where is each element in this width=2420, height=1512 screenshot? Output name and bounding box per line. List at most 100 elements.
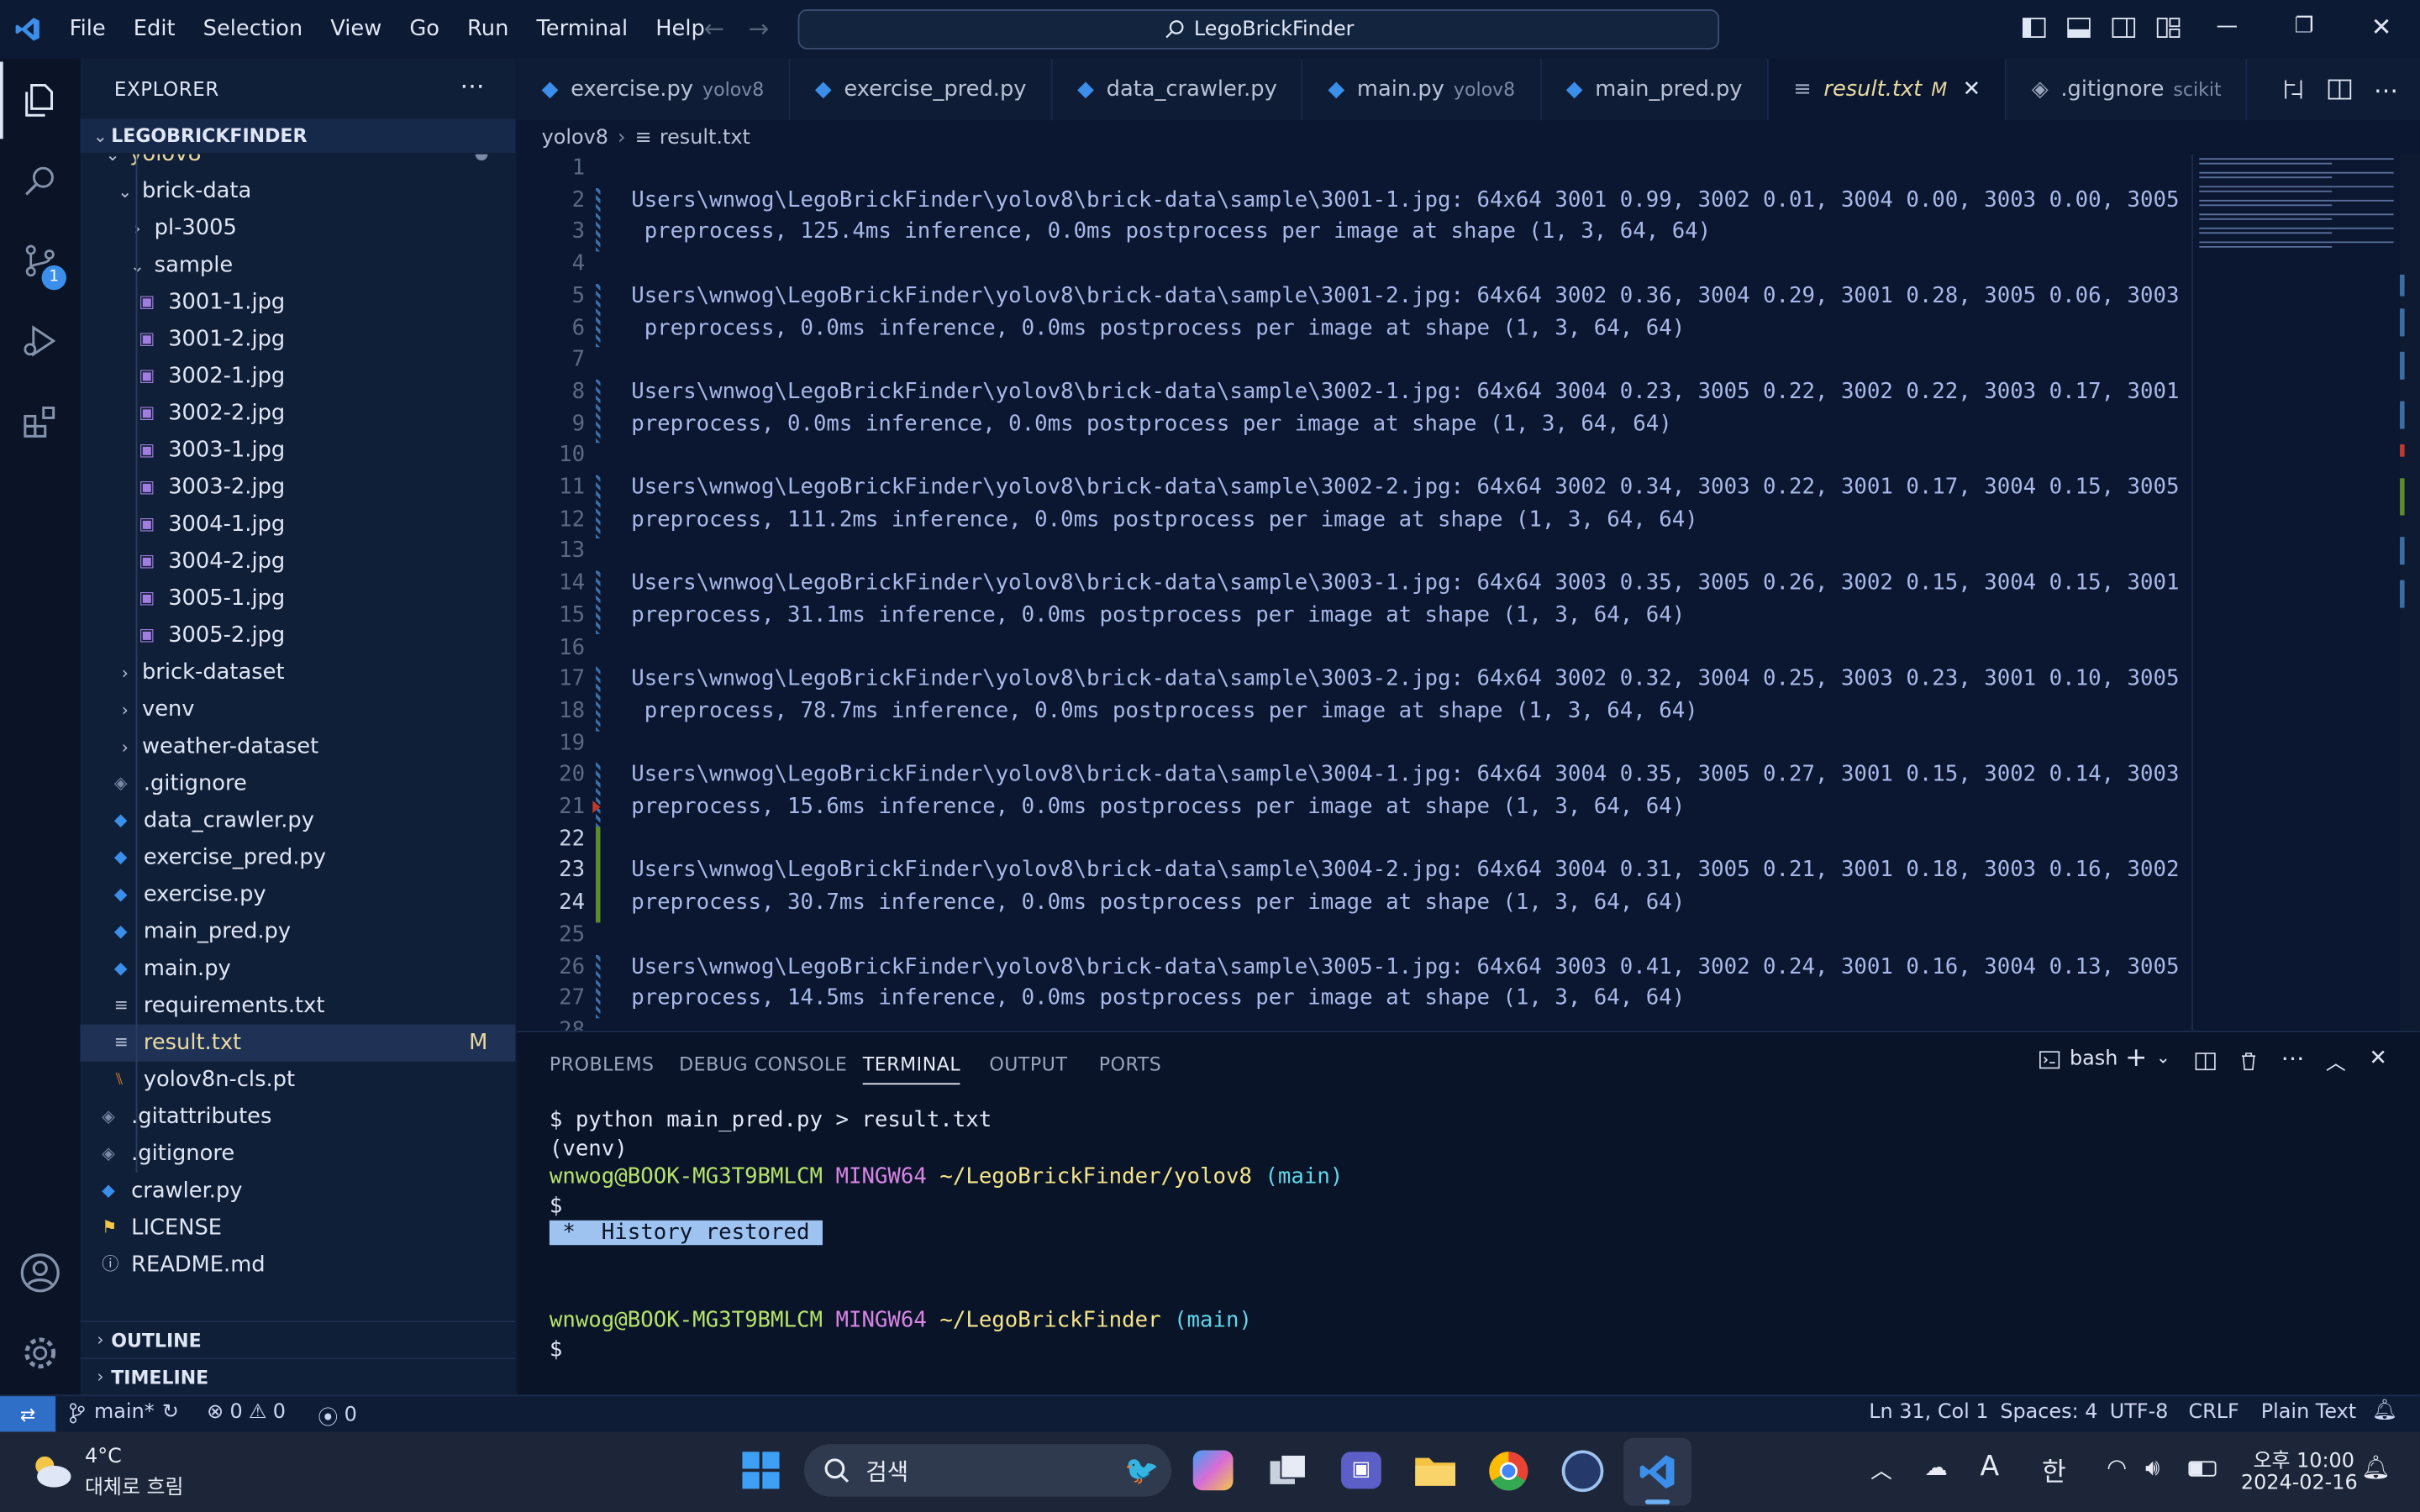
tree-item[interactable]: ▣ 3001-2.jpg <box>81 321 516 358</box>
tree-item[interactable]: ▣ 3002-2.jpg <box>81 395 516 432</box>
file-explorer-icon[interactable] <box>1413 1453 1456 1494</box>
split-terminal-icon[interactable] <box>2195 1051 2217 1073</box>
notifications-bell-icon[interactable]: 🔔︎ <box>2372 1399 2397 1423</box>
tree-item[interactable]: ⚑ LICENSE <box>81 1210 516 1247</box>
forward-arrow-icon[interactable]: → <box>749 14 770 44</box>
customize-layout-icon[interactable] <box>2156 15 2181 39</box>
ime-mode-han[interactable]: 한 <box>2042 1450 2066 1489</box>
weather-desc[interactable]: 대체로 흐림 <box>85 1470 183 1500</box>
encoding[interactable]: UTF-8 <box>2110 1401 2169 1425</box>
tree-item[interactable]: ◆ exercise_pred.py <box>81 839 516 876</box>
tab-terminal[interactable]: TERMINAL <box>862 1053 961 1085</box>
run-debug-icon[interactable] <box>0 302 81 380</box>
menu-view[interactable]: View <box>317 17 396 41</box>
tree-item[interactable]: ⌄ brick-data <box>81 173 516 210</box>
terminal-shell-selector[interactable]: bash <box>2039 1047 2118 1071</box>
tree-item[interactable]: ▣ 3003-1.jpg <box>81 432 516 469</box>
tree-item[interactable]: ⌄sample <box>81 247 516 284</box>
editor-scrollbar[interactable] <box>2400 154 2420 1031</box>
editor-tab[interactable]: ◆ data_crawler.py <box>1053 58 1304 121</box>
indentation[interactable]: Spaces: 4 <box>2000 1401 2097 1425</box>
volume-icon[interactable]: 🔊︎ <box>2145 1453 2160 1481</box>
tree-item[interactable]: ▣ 3004-1.jpg <box>81 506 516 543</box>
settings-gear-icon[interactable] <box>0 1315 81 1392</box>
clock-time[interactable]: 오후 10:00 <box>2254 1444 2354 1473</box>
trash-icon[interactable] <box>2238 1051 2260 1073</box>
timer-app-icon[interactable] <box>1561 1450 1604 1493</box>
source-control-icon[interactable]: 1 <box>0 222 81 299</box>
tree-item[interactable]: ⑊ yolov8n-cls.pt <box>81 1062 516 1099</box>
breadcrumb-file[interactable]: result.txt <box>660 126 750 150</box>
tree-item[interactable]: ▣ 3003-2.jpg <box>81 469 516 506</box>
menu-run[interactable]: Run <box>454 17 523 41</box>
minimap[interactable] <box>2191 154 2401 1031</box>
restore-icon[interactable]: ❐ <box>2287 14 2321 39</box>
editor-tab[interactable]: ◆ main.py yolov8 <box>1303 58 1542 121</box>
panel-more-icon[interactable]: ⋯ <box>2281 1044 2305 1072</box>
minimize-icon[interactable]: — <box>2210 14 2244 39</box>
close-tab-icon[interactable]: ✕ <box>1963 77 1981 102</box>
chrome-icon[interactable] <box>1488 1450 1530 1498</box>
open-changes-icon[interactable] <box>2281 77 2306 102</box>
tree-item[interactable]: › weather-dataset <box>81 728 516 765</box>
editor-tab[interactable]: ◆ exercise_pred.py <box>790 58 1053 121</box>
language-mode[interactable]: Plain Text <box>2261 1401 2356 1425</box>
tree-item[interactable]: ◆ exercise.py <box>81 876 516 913</box>
explorer-icon[interactable] <box>0 61 81 139</box>
toggle-panel-icon[interactable] <box>2066 15 2091 39</box>
breadcrumb-folder[interactable]: yolov8 <box>542 126 608 150</box>
maximize-panel-icon[interactable]: ︿ <box>2326 1046 2346 1076</box>
editor-more-icon[interactable]: ⋯ <box>2374 75 2398 104</box>
notification-bell-icon[interactable]: 🔔︎ <box>2361 1453 2391 1481</box>
wifi-icon[interactable]: ◠ <box>2107 1453 2127 1481</box>
menu-terminal[interactable]: Terminal <box>523 17 642 41</box>
toggle-secondary-sidebar-icon[interactable] <box>2112 15 2136 39</box>
more-actions-icon[interactable]: ⋯ <box>460 71 484 100</box>
command-center-search[interactable]: LegoBrickFinder <box>797 9 1720 50</box>
tree-item[interactable]: › venv <box>81 691 516 728</box>
weather-temp[interactable]: 4°C <box>85 1446 122 1469</box>
tree-item[interactable]: ⓘ README.md <box>81 1247 516 1284</box>
editor-tab[interactable]: ◈ .gitignore scikit <box>2007 58 2248 121</box>
tree-item[interactable]: ▣ 3004-2.jpg <box>81 543 516 580</box>
ime-mode-a[interactable]: A <box>1980 1450 1999 1483</box>
cursor-position[interactable]: Ln 31, Col 1 <box>1869 1401 1988 1425</box>
ports-status[interactable]: ⦿ 0 <box>318 1401 356 1430</box>
tree-item[interactable]: ◆ data_crawler.py <box>81 802 516 839</box>
editor-tab[interactable]: ◆ exercise.py yolov8 <box>517 58 791 121</box>
tree-item[interactable]: ◈ .gitignore <box>81 765 516 802</box>
new-terminal-icon[interactable]: + <box>2125 1043 2147 1074</box>
back-arrow-icon[interactable]: ← <box>704 14 725 44</box>
extensions-icon[interactable] <box>0 383 81 460</box>
close-window-icon[interactable]: ✕ <box>2365 13 2398 42</box>
task-view-icon[interactable] <box>1269 1453 1309 1494</box>
taskbar-search[interactable]: 검색 🐦 <box>803 1444 1172 1497</box>
tree-item[interactable]: ›pl-3005 <box>81 210 516 247</box>
line-ending[interactable]: CRLF <box>2188 1401 2238 1425</box>
remote-indicator-icon[interactable]: ⇄ <box>0 1396 56 1434</box>
menu-selection[interactable]: Selection <box>189 17 317 41</box>
cloud-sync-off-icon[interactable]: ☁ <box>1924 1453 1948 1481</box>
split-editor-icon[interactable] <box>2328 77 2352 102</box>
toggle-primary-sidebar-icon[interactable] <box>2022 15 2046 39</box>
tree-item[interactable]: › brick-dataset <box>81 654 516 691</box>
tree-item[interactable]: ▣ 3005-1.jpg <box>81 580 516 617</box>
timeline-section[interactable]: › TIMELINE <box>80 1357 516 1394</box>
tree-item[interactable]: ◈ .gitattributes <box>81 1099 516 1136</box>
tree-item[interactable]: ⌄ yolov8 <box>81 154 516 173</box>
sync-icon[interactable]: ↻ <box>162 1401 179 1425</box>
editor-tab[interactable]: ◆ main_pred.py <box>1541 58 1769 121</box>
outline-section[interactable]: › OUTLINE <box>80 1320 516 1357</box>
menu-go[interactable]: Go <box>396 17 454 41</box>
tree-item[interactable]: ◈ .gitignore <box>81 1136 516 1173</box>
clock-date[interactable]: 2024-02-16 <box>2241 1472 2358 1495</box>
tree-item[interactable]: ◆ main_pred.py <box>81 913 516 950</box>
chevron-down-icon[interactable]: ⌄ <box>2156 1047 2170 1068</box>
git-branch-status[interactable]: main* ↻ <box>68 1401 179 1425</box>
vscode-taskbar-button[interactable] <box>1623 1437 1692 1506</box>
teams-icon[interactable]: ▣ <box>1341 1452 1381 1489</box>
accounts-icon[interactable] <box>0 1234 81 1311</box>
menu-edit[interactable]: Edit <box>119 17 189 41</box>
workspace-root[interactable]: ⌄ LEGOBRICKFINDER <box>80 118 516 153</box>
code-editor[interactable]: 1 2 Users\wnwog\LegoBrickFinder\yolov8\bri… <box>517 154 2420 1031</box>
